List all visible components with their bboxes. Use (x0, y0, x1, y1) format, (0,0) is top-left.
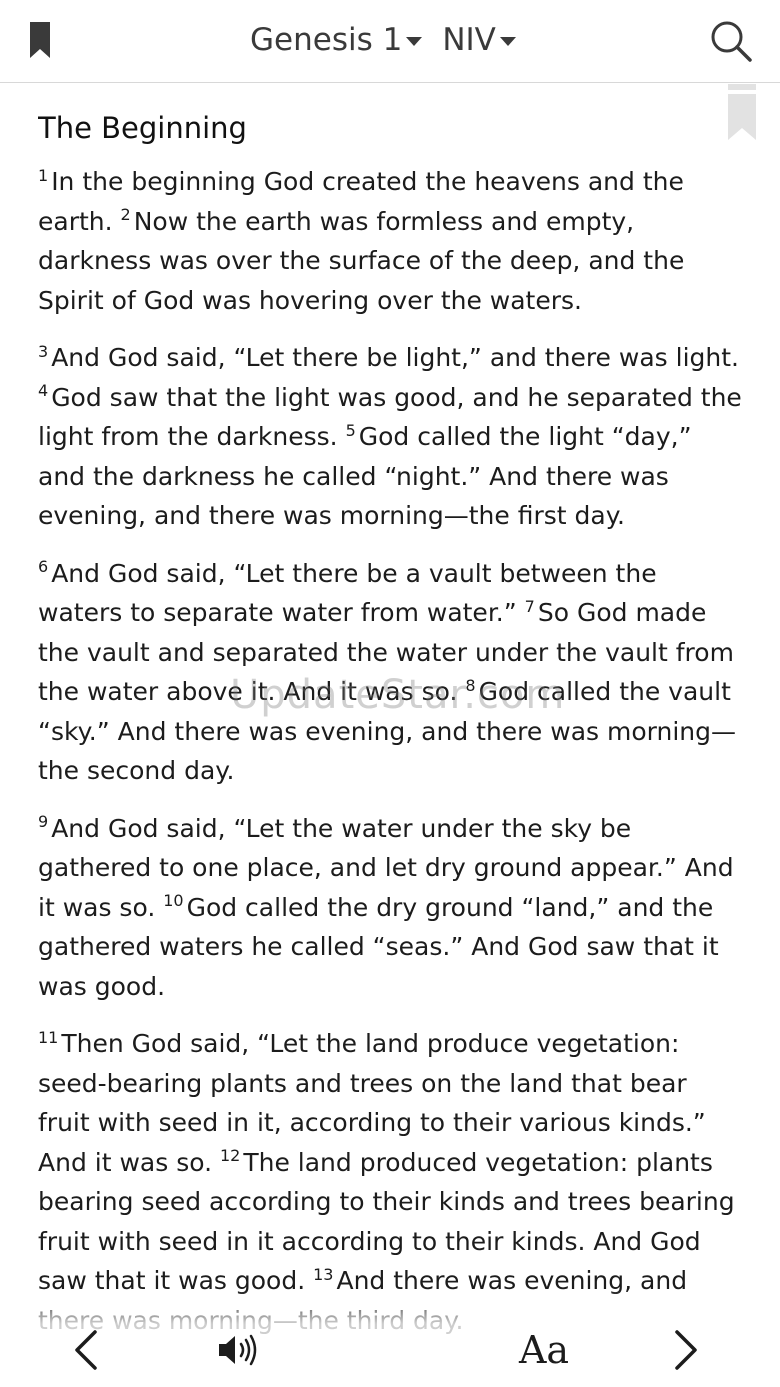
verse-number: 4 (38, 381, 49, 401)
caret-down-icon (406, 36, 423, 46)
verse-number: 8 (465, 675, 476, 695)
speaker-icon (219, 1334, 257, 1366)
paragraph: 6 And God said, “Let there be a vault bet… (38, 554, 744, 791)
search-icon (711, 21, 752, 62)
paragraph: 3 And God said, “Let there be light,” and… (38, 338, 744, 536)
section-heading: The Beginning (38, 111, 247, 145)
passage-selector: Genesis 1 NIV (250, 16, 516, 64)
verse-text[interactable]: Now the earth was formless and empty, da… (38, 207, 684, 315)
book-chapter-label: Genesis 1 (250, 22, 403, 58)
verse-number: 7 (524, 596, 535, 616)
bottom-fade (0, 1290, 780, 1387)
next-chapter-button[interactable] (664, 1322, 708, 1378)
audio-button[interactable] (212, 1330, 266, 1370)
verse-number: 2 (120, 205, 131, 225)
verse-number: 10 (163, 891, 184, 911)
previous-chapter-button[interactable] (64, 1322, 108, 1378)
verse-number: 11 (38, 1027, 59, 1047)
chevron-left-icon (75, 1330, 97, 1370)
verse-number: 5 (345, 420, 356, 440)
verse-number: 13 (313, 1264, 334, 1284)
paragraph: 1 In the beginning God created the heaven… (38, 162, 744, 320)
verse-text[interactable]: And God said, “Let there be light,” and … (51, 343, 739, 372)
verse-number: 3 (38, 341, 49, 361)
verse-number: 1 (38, 165, 49, 185)
book-chapter-dropdown[interactable]: Genesis 1 (250, 22, 423, 58)
verse-number: 9 (38, 812, 49, 832)
top-bar: Genesis 1 NIV (0, 0, 780, 83)
search-button[interactable] (708, 18, 754, 64)
verse-number: 6 (38, 557, 49, 577)
chevron-right-icon (675, 1330, 697, 1370)
text-settings-button[interactable]: Aa (504, 1322, 584, 1378)
version-dropdown[interactable]: NIV (442, 22, 516, 58)
bookmark-icon (30, 22, 50, 58)
version-label: NIV (442, 22, 496, 58)
bookmarks-button[interactable] (28, 20, 52, 60)
caret-down-icon (499, 36, 516, 46)
chapter-text: The Beginning 1 In the beginning God crea… (38, 100, 744, 1387)
paragraph: 9 And God said, “Let the water under the … (38, 809, 744, 1007)
verse-number: 12 (219, 1146, 241, 1166)
